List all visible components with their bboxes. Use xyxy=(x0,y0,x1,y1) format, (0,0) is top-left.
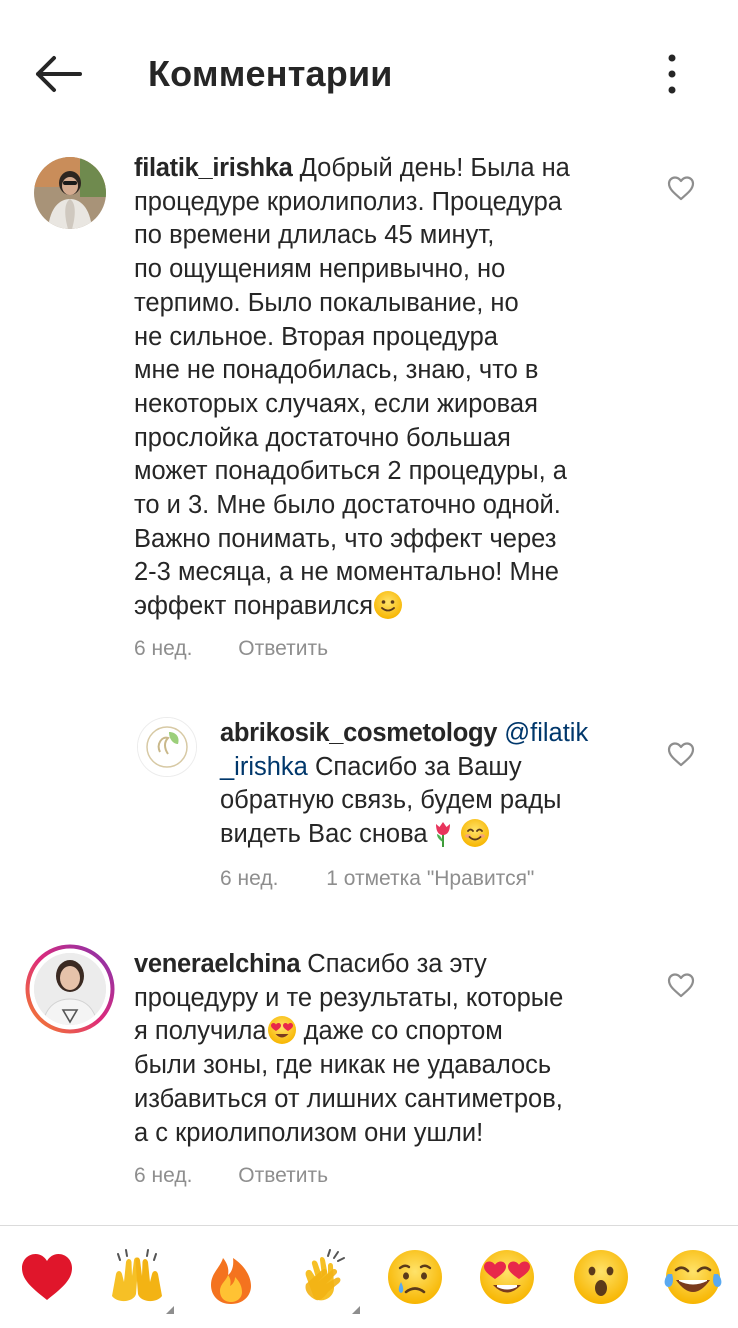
like-button[interactable] xyxy=(665,738,697,770)
comment-username[interactable]: veneraelchina xyxy=(134,950,301,978)
raising-hands-icon[interactable] xyxy=(106,1246,174,1314)
comment-line: я получила xyxy=(134,1017,267,1046)
comment-line: избавиться от лишних сантиметров, xyxy=(134,1084,563,1113)
mention-link-cont[interactable]: _irishka xyxy=(220,753,308,781)
comment-line: не сильное. Вторая процедура xyxy=(134,322,498,351)
comment-text: abrikosik_cosmetology @filatik _irishka … xyxy=(220,717,588,852)
red-heart-icon[interactable] xyxy=(16,1246,78,1308)
comment-line: по времени длилась 45 минут, xyxy=(134,221,495,250)
back-button[interactable] xyxy=(30,50,86,98)
comment-line: процедуру и те результаты, которые xyxy=(134,983,564,1012)
heart-eyes-icon xyxy=(267,1016,296,1045)
comment-line: некоторых случаях, если жировая xyxy=(134,389,538,418)
comment-line: даже со спортом xyxy=(303,1017,503,1046)
comment-line: процедуре криолиполиз. Процедура xyxy=(134,187,562,216)
avatar[interactable] xyxy=(137,717,197,777)
comment-text: veneraelchina Спасибо за эту процедуру и… xyxy=(134,948,563,1150)
status-bar xyxy=(0,0,738,10)
comment-meta: 6 нед. Ответить xyxy=(134,1162,328,1190)
comment-meta: 6 нед. 1 отметка "Нравится" xyxy=(220,865,534,893)
skin-tone-indicator xyxy=(166,1306,174,1314)
comment-username[interactable]: abrikosik_cosmetology xyxy=(220,719,497,747)
vertical-dots-icon xyxy=(668,54,676,94)
comment-time: 6 нед. xyxy=(134,637,193,660)
comment-line: терпимо. Было покалывание, но xyxy=(134,288,519,317)
tears-of-joy-icon[interactable] xyxy=(662,1246,724,1308)
more-options-button[interactable] xyxy=(654,48,690,100)
comment-line: видеть Вас снова xyxy=(220,820,428,849)
comment-line: обратную связь, будем рады xyxy=(220,786,562,815)
comment-line: Спасибо за эту xyxy=(307,950,487,978)
comment-meta: 6 нед. Ответить xyxy=(134,635,328,663)
avatar-story-ring[interactable] xyxy=(25,944,115,1034)
comment-line: прослойка достаточно большая xyxy=(134,423,511,452)
comment-line: по ощущениям непривычно, но xyxy=(134,255,506,284)
comment-line: может понадобиться 2 процедуры, а xyxy=(134,457,567,486)
comment-time: 6 нед. xyxy=(220,867,279,890)
comment-line: Спасибо за Вашу xyxy=(314,752,522,781)
likes-count-link[interactable]: 1 отметка "Нравится" xyxy=(326,865,534,893)
heart-eyes-icon[interactable] xyxy=(476,1246,538,1308)
comment-line: то и 3. Мне было достаточно одной. xyxy=(134,491,561,520)
fire-icon[interactable] xyxy=(200,1246,262,1308)
heart-outline-icon xyxy=(667,973,695,998)
crying-face-icon[interactable] xyxy=(384,1246,446,1308)
comment-line: мне не понадобилась, знаю, что в xyxy=(134,356,539,385)
comment-line: Добрый день! Была на xyxy=(299,154,570,182)
reply-button[interactable]: Ответить xyxy=(238,1162,328,1190)
avatar[interactable] xyxy=(34,157,106,229)
like-button[interactable] xyxy=(665,172,697,204)
arrow-left-icon xyxy=(36,56,82,92)
comment-line: эффект понравился xyxy=(134,592,374,621)
comment-text: filatik_irishka Добрый день! Была на про… xyxy=(134,152,570,624)
reply-button[interactable]: Ответить xyxy=(238,635,328,663)
heart-outline-icon xyxy=(667,176,695,201)
tulip-icon xyxy=(435,822,450,848)
comment-username[interactable]: filatik_irishka xyxy=(134,154,293,182)
clapping-hands-icon[interactable] xyxy=(292,1246,360,1314)
surprised-face-icon[interactable] xyxy=(570,1246,632,1308)
quick-reaction-bar xyxy=(0,1226,738,1328)
page-title: Комментарии xyxy=(148,53,393,94)
smiling-face-with-smiling-eyes-icon xyxy=(460,819,489,848)
comment-line: а с криолиполизом они ушли! xyxy=(134,1118,484,1147)
comment-line: 2-3 месяца, а не моментально! Мне xyxy=(134,558,559,587)
comment-line: были зоны, где никак не удавалось xyxy=(134,1051,552,1080)
slightly-smiling-face-icon xyxy=(374,591,403,620)
heart-outline-icon xyxy=(667,742,695,767)
like-button[interactable] xyxy=(665,969,697,1001)
comment-time: 6 нед. xyxy=(134,1164,193,1187)
header: Комментарии xyxy=(0,30,738,120)
mention-link[interactable]: @filatik xyxy=(504,719,588,747)
skin-tone-indicator xyxy=(352,1306,360,1314)
comment-line: Важно понимать, что эффект через xyxy=(134,524,557,553)
